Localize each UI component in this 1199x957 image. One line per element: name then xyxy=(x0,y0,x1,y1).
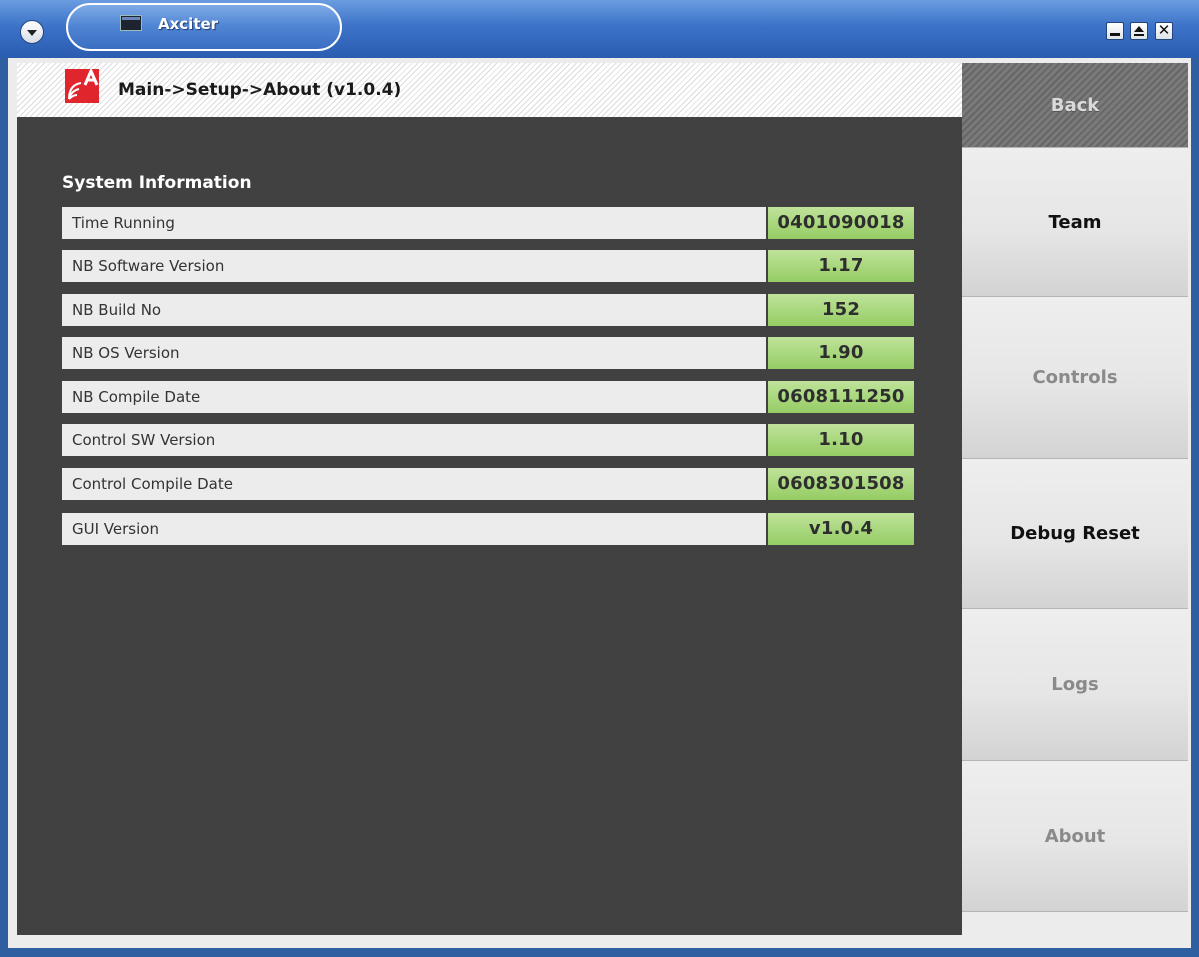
info-row-nb-compile-date: NB Compile Date 0608111250 xyxy=(62,381,914,413)
axciter-logo-icon xyxy=(65,69,99,103)
info-row-control-compile-date: Control Compile Date 0608301508 xyxy=(62,468,914,500)
close-button[interactable]: ✕ xyxy=(1155,21,1173,40)
info-value: 0608301508 xyxy=(768,468,914,500)
info-label: Control SW Version xyxy=(62,424,766,456)
window-title-pill: Axciter xyxy=(66,3,342,51)
window-titlebar: Axciter ✕ xyxy=(0,0,1199,58)
window-menu-button[interactable] xyxy=(20,20,44,44)
section-title: System Information xyxy=(62,173,252,193)
info-row-nb-os-version: NB OS Version 1.90 xyxy=(62,337,914,369)
app-window-icon xyxy=(120,15,142,31)
info-value: 1.17 xyxy=(768,250,914,282)
info-value: 0608111250 xyxy=(768,381,914,413)
info-row-nb-software-version: NB Software Version 1.17 xyxy=(62,250,914,282)
breadcrumb-bar: Main->Setup->About (v1.0.4) xyxy=(17,63,962,117)
info-value: 1.10 xyxy=(768,424,914,456)
info-value: 152 xyxy=(768,294,914,326)
info-label: NB Build No xyxy=(62,294,766,326)
info-label: Time Running xyxy=(62,207,766,239)
info-value: 0401090018 xyxy=(768,207,914,239)
window-title: Axciter xyxy=(158,15,219,33)
info-label: GUI Version xyxy=(62,513,766,545)
info-label: Control Compile Date xyxy=(62,468,766,500)
nav-controls-button[interactable]: Controls xyxy=(962,297,1188,459)
minimize-button[interactable] xyxy=(1106,22,1124,40)
info-label: NB Software Version xyxy=(62,250,766,282)
main-content: Main->Setup->About (v1.0.4) System Infor… xyxy=(17,63,962,935)
close-icon: ✕ xyxy=(1157,21,1171,39)
nav-debug-reset-button[interactable]: Debug Reset xyxy=(962,459,1188,609)
nav-team-button[interactable]: Team xyxy=(962,148,1188,297)
info-row-nb-build-no: NB Build No 152 xyxy=(62,294,914,326)
side-nav: Back Team Controls Debug Reset Logs Abou… xyxy=(962,63,1188,912)
info-row-gui-version: GUI Version v1.0.4 xyxy=(62,513,914,545)
info-label: NB Compile Date xyxy=(62,381,766,413)
back-button[interactable]: Back xyxy=(962,63,1188,148)
info-row-control-sw-version: Control SW Version 1.10 xyxy=(62,424,914,456)
info-value: v1.0.4 xyxy=(768,513,914,545)
info-label: NB OS Version xyxy=(62,337,766,369)
info-row-time-running: Time Running 0401090018 xyxy=(62,207,914,239)
info-value: 1.90 xyxy=(768,337,914,369)
nav-about-button[interactable]: About xyxy=(962,761,1188,912)
maximize-button[interactable] xyxy=(1130,22,1148,40)
nav-logs-button[interactable]: Logs xyxy=(962,609,1188,761)
breadcrumb: Main->Setup->About (v1.0.4) xyxy=(118,80,402,100)
